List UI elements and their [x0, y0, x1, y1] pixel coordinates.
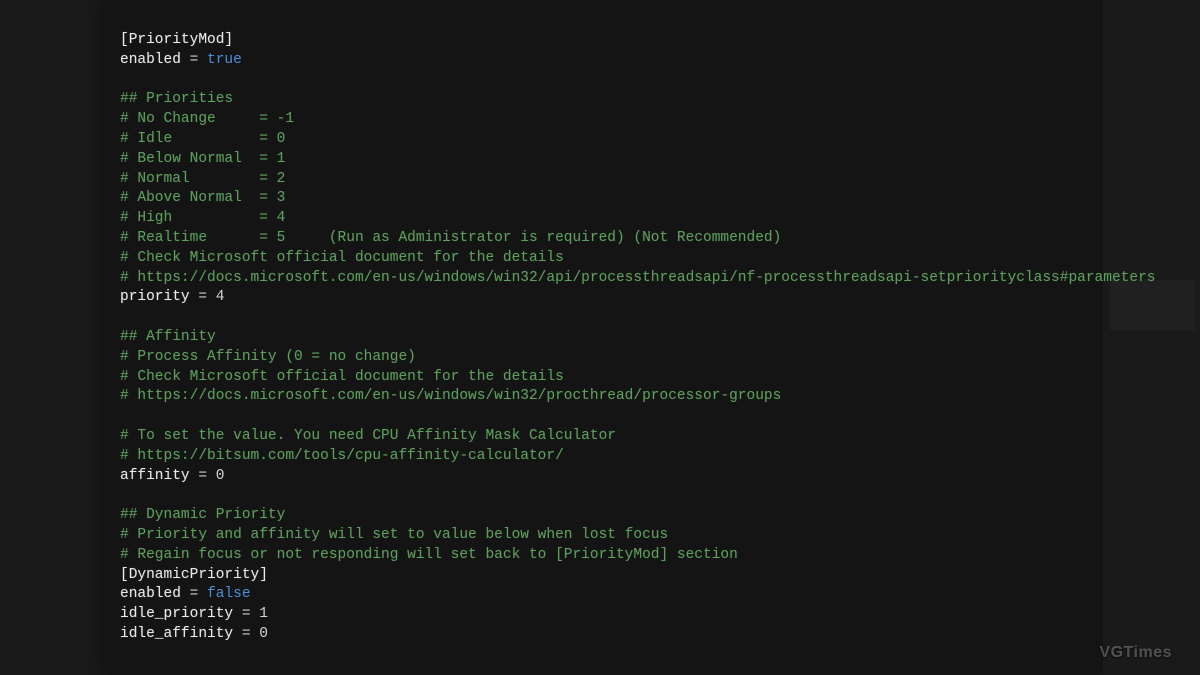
comment-text: # Realtime = 5 (Run as Administrator is … [120, 230, 781, 246]
section-header: [PriorityMod] [120, 32, 233, 48]
comment-text: # Normal = 2 [120, 171, 285, 187]
code-line: # No Change = -1 [120, 110, 1090, 130]
config-value: 0 [216, 468, 225, 484]
code-line: enabled = true [120, 51, 1090, 71]
code-line [120, 308, 1090, 328]
comment-text: # Regain focus or not responding will se… [120, 547, 738, 563]
config-key: affinity [120, 468, 190, 484]
code-line: # Normal = 2 [120, 170, 1090, 190]
config-key: priority [120, 289, 190, 305]
equals-sign: = [190, 468, 216, 484]
code-line: enabled = false [120, 585, 1090, 605]
config-key: enabled [120, 52, 181, 68]
code-line: priority = 4 [120, 288, 1090, 308]
code-line: ## Dynamic Priority [120, 506, 1090, 526]
minimap-region [1110, 280, 1195, 330]
code-line: ## Affinity [120, 328, 1090, 348]
comment-text: # Check Microsoft official document for … [120, 250, 564, 266]
config-key: idle_priority [120, 606, 233, 622]
code-line [120, 71, 1090, 91]
comment-text: # https://bitsum.com/tools/cpu-affinity-… [120, 448, 564, 464]
code-line: [PriorityMod] [120, 31, 1090, 51]
config-value: 0 [259, 626, 268, 642]
equals-sign: = [190, 289, 216, 305]
code-line [120, 486, 1090, 506]
comment-text: # https://docs.microsoft.com/en-us/windo… [120, 388, 781, 404]
comment-text: # https://docs.microsoft.com/en-us/windo… [120, 270, 1155, 286]
config-value: false [207, 586, 251, 602]
comment-text: # Above Normal = 3 [120, 190, 285, 206]
code-line: # Priority and affinity will set to valu… [120, 526, 1090, 546]
right-gutter [1103, 0, 1200, 675]
comment-text: # Process Affinity (0 = no change) [120, 349, 416, 365]
config-value: 1 [259, 606, 268, 622]
comment-text: ## Affinity [120, 329, 216, 345]
code-viewport: [PriorityMod] enabled = true ## Prioritie… [120, 31, 1090, 645]
code-line: # Realtime = 5 (Run as Administrator is … [120, 229, 1090, 249]
code-line: idle_priority = 1 [120, 605, 1090, 625]
equals-sign: = [181, 52, 207, 68]
comment-text: # Below Normal = 1 [120, 151, 285, 167]
comment-text: # Check Microsoft official document for … [120, 369, 564, 385]
code-line: # Check Microsoft official document for … [120, 249, 1090, 269]
comment-text: ## Priorities [120, 91, 233, 107]
config-key: enabled [120, 586, 181, 602]
comment-text: # Priority and affinity will set to valu… [120, 527, 668, 543]
comment-text: ## Dynamic Priority [120, 507, 285, 523]
code-line: affinity = 0 [120, 467, 1090, 487]
comment-text: # Idle = 0 [120, 131, 285, 147]
code-line: ## Priorities [120, 90, 1090, 110]
app-frame: [PriorityMod] enabled = true ## Prioritie… [0, 0, 1200, 675]
code-line: # Idle = 0 [120, 130, 1090, 150]
config-value: 4 [216, 289, 225, 305]
code-line: # https://docs.microsoft.com/en-us/windo… [120, 269, 1090, 289]
code-line: # Process Affinity (0 = no change) [120, 348, 1090, 368]
code-line: # https://docs.microsoft.com/en-us/windo… [120, 387, 1090, 407]
equals-sign: = [181, 586, 207, 602]
code-line: # Check Microsoft official document for … [120, 368, 1090, 388]
watermark-text: VGTimes [1099, 643, 1172, 663]
comment-text: # No Change = -1 [120, 111, 294, 127]
equals-sign: = [233, 606, 259, 622]
config-value: true [207, 52, 242, 68]
code-line [120, 407, 1090, 427]
code-line: # To set the value. You need CPU Affinit… [120, 427, 1090, 447]
config-key: idle_affinity [120, 626, 233, 642]
code-line: idle_affinity = 0 [120, 625, 1090, 645]
comment-text: # To set the value. You need CPU Affinit… [120, 428, 616, 444]
code-line: # Regain focus or not responding will se… [120, 546, 1090, 566]
code-line: # High = 4 [120, 209, 1090, 229]
comment-text: # High = 4 [120, 210, 285, 226]
equals-sign: = [233, 626, 259, 642]
code-line: # https://bitsum.com/tools/cpu-affinity-… [120, 447, 1090, 467]
code-line: # Above Normal = 3 [120, 189, 1090, 209]
code-line: [DynamicPriority] [120, 566, 1090, 586]
code-line: # Below Normal = 1 [120, 150, 1090, 170]
section-header: [DynamicPriority] [120, 567, 268, 583]
